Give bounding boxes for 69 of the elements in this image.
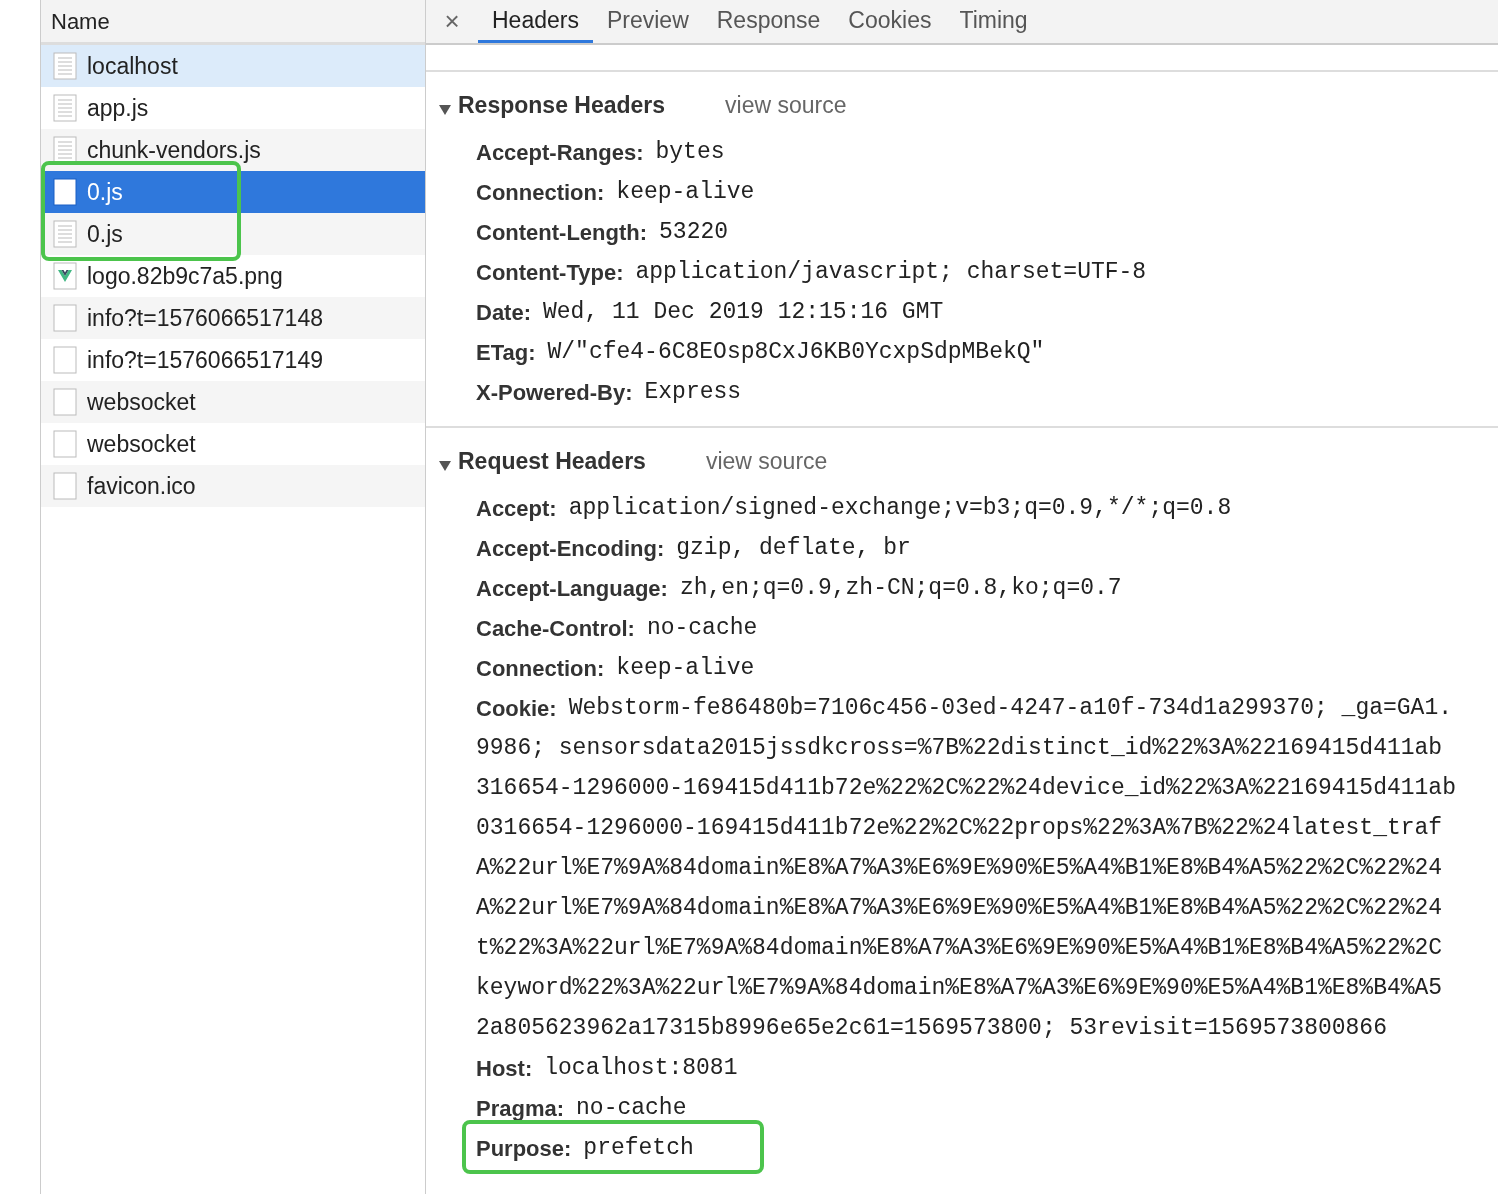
close-button[interactable]: × [426, 0, 478, 43]
request-row[interactable]: favicon.ico [41, 465, 425, 507]
header-value: prefetch [583, 1133, 694, 1163]
tab[interactable]: Timing [945, 0, 1042, 43]
header-value: application/javascript; charset=UTF-8 [635, 257, 1147, 287]
header-value: Wed, 11 Dec 2019 12:15:16 GMT [543, 297, 944, 327]
header-name: Cookie: [476, 694, 557, 723]
header-value: zh,en;q=0.9,zh-CN;q=0.8,ko;q=0.7 [679, 573, 1122, 603]
document-icon [53, 52, 77, 80]
header-value: 9986; sensorsdata2015jssdkcross=%7B%22distinct_id%22%3A%22169415d411ab [476, 733, 1443, 763]
document-icon [53, 220, 77, 248]
disclosure-triangle-icon[interactable] [438, 104, 452, 116]
header-value: Express [644, 377, 742, 407]
tab[interactable]: Cookies [834, 0, 946, 43]
header-name: Accept-Encoding: [476, 534, 665, 563]
header-value: application/signed-exchange;v=b3;q=0.9,*/*;q=0.8 [568, 493, 1232, 523]
image-file-icon [53, 262, 77, 290]
header-value: no-cache [576, 1093, 687, 1123]
section-title[interactable]: Request Headers [458, 443, 646, 478]
header-value: 2a805623962a17315b8996e65e2c61=1569573800; 53revisit=1569573800866 [476, 1013, 1387, 1043]
request-row[interactable]: chunk-vendors.js [41, 129, 425, 171]
tab[interactable]: Headers [478, 0, 593, 43]
header-name: Pragma: [476, 1094, 565, 1123]
column-header[interactable]: Name [41, 0, 425, 45]
view-source-link[interactable]: view source [705, 443, 828, 478]
header-name: Cache-Control: [476, 614, 635, 643]
header-value: A%22url%E7%9A%84domain%E8%A7%A3%E6%9E%90%E5%A4%B1%E8%B4%A5%22%2C%22%24 [476, 893, 1443, 923]
header-value: localhost:8081 [544, 1053, 738, 1083]
blank-file-icon [53, 430, 77, 458]
header-name: Host: [476, 1054, 533, 1083]
blank-file-icon [53, 472, 77, 500]
header-name: Date: [476, 298, 531, 327]
document-icon [53, 136, 77, 164]
blank-file-icon [53, 304, 77, 332]
header-value: keyword%22%3A%22url%E7%9A%84domain%E8%A7%A3%E6%9E%90%E5%A4%B1%E8%B4%A5 [476, 973, 1443, 1003]
header-value: keep-alive [616, 177, 755, 207]
header-name: Accept-Language: [476, 574, 668, 603]
header-value: keep-alive [616, 653, 755, 683]
tab[interactable]: Response [702, 0, 835, 43]
document-icon [53, 94, 77, 122]
blank-file-icon [53, 178, 77, 206]
header-value: 316654-1296000-169415d411b72e%22%2C%22%24device_id%22%3A%22169415d411ab [476, 773, 1456, 803]
header-value: gzip, deflate, br [676, 533, 911, 563]
header-value: bytes [655, 137, 725, 167]
header-name: Connection: [476, 178, 605, 207]
header-name: X-Powered-By: [476, 378, 633, 407]
header-name: Purpose: [476, 1134, 572, 1163]
header-value: no-cache [646, 613, 758, 643]
header-value: t%22%3A%22url%E7%9A%84domain%E8%A7%A3%E6%9E%90%E5%A4%B1%E8%B4%A5%22%2C [476, 933, 1443, 963]
view-source-link[interactable]: view source [725, 87, 847, 122]
header-name: ETag: [476, 338, 536, 367]
blank-file-icon [53, 388, 77, 416]
header-name: Content-Length: [476, 218, 648, 247]
header-name: Connection: [476, 654, 605, 683]
blank-file-icon [53, 346, 77, 374]
header-name: Accept: [476, 494, 557, 523]
request-row[interactable]: websocket [41, 381, 425, 423]
header-value: W/"cfe4-6C8EOsp8CxJ6KB0YcxpSdpMBekQ" [547, 337, 1045, 367]
header-value: Webstorm-fe86480b=7106c456-03ed-4247-a10f-734d1a299370; _ga=GA1. [568, 693, 1453, 723]
header-value: A%22url%E7%9A%84domain%E8%A7%A3%E6%9E%90%E5%A4%B1%E8%B4%A5%22%2C%22%24 [476, 853, 1443, 883]
request-row[interactable]: localhost [41, 45, 425, 87]
section-title[interactable]: Response Headers [458, 87, 666, 122]
disclosure-triangle-icon[interactable] [438, 460, 452, 472]
tab[interactable]: Preview [592, 0, 703, 43]
header-value: 53220 [659, 217, 729, 247]
request-row[interactable]: info?t=1576066517148 [41, 297, 425, 339]
header-name: Accept-Ranges: [476, 138, 644, 167]
header-value: 0316654-1296000-169415d411b72e%22%2C%22props%22%3A%7B%22%24latest_traf [476, 813, 1443, 843]
header-name: Content-Type: [476, 258, 624, 287]
